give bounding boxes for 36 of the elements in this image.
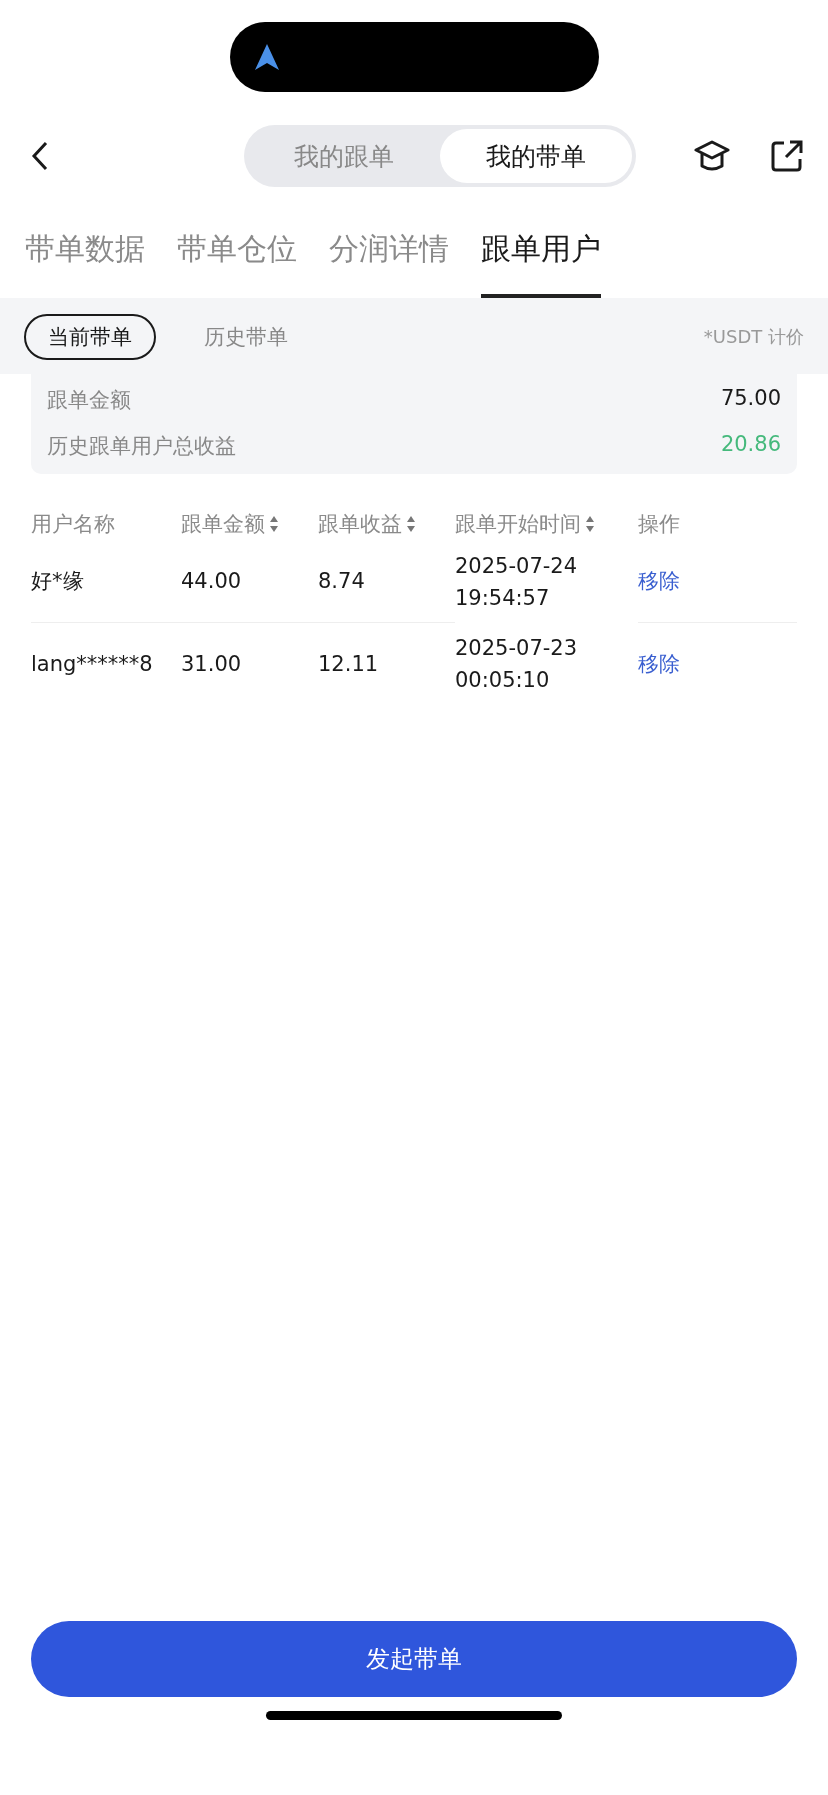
tab[interactable]: 分润详情 [329, 229, 449, 298]
summary-value: 75.00 [720, 386, 781, 412]
currency-note: *USDT 计价 [703, 325, 804, 349]
graduation-cap-icon[interactable] [694, 140, 730, 172]
tab[interactable]: 带单数据 [25, 229, 145, 298]
share-icon[interactable] [770, 139, 804, 173]
sort-icon[interactable] [585, 515, 595, 533]
column-header: 跟单收益 [318, 511, 402, 538]
summary-label: 跟单金额 [47, 387, 131, 414]
location-arrow-icon [253, 43, 280, 71]
time-text: 00:05:10 [455, 667, 551, 694]
user-name: lang******8 [31, 652, 153, 676]
amount-cell: 44.00 [181, 569, 242, 593]
profit-cell: 12.11 [318, 652, 379, 676]
sort-icon[interactable] [406, 515, 416, 533]
column-header: 用户名称 [31, 511, 115, 538]
remove-link[interactable]: 移除 [638, 567, 680, 595]
back-icon[interactable] [30, 141, 50, 171]
time-text: 19:54:57 [455, 584, 551, 612]
filter-chip[interactable]: 当前带单 [24, 314, 156, 360]
summary-value: 20.86 [720, 432, 781, 458]
date-text: 2025-07-24 [455, 552, 579, 580]
column-header: 操作 [638, 511, 680, 538]
summary-label: 历史跟单用户总收益 [47, 433, 236, 460]
tab[interactable]: 带单仓位 [177, 229, 297, 298]
column-header: 跟单开始时间 [455, 511, 581, 538]
segment-tab[interactable]: 我的带单 [439, 129, 632, 183]
sort-icon[interactable] [269, 515, 279, 533]
profit-cell: 8.74 [318, 569, 365, 593]
column-header: 跟单金额 [181, 511, 265, 538]
amount-cell: 31.00 [181, 652, 242, 676]
remove-link[interactable]: 移除 [638, 650, 680, 678]
user-name: 好*缘 [31, 568, 84, 595]
date-text: 2025-07-23 [455, 635, 579, 662]
start-button[interactable]: 发起带单 [31, 1621, 797, 1697]
filter-chip[interactable]: 历史带单 [180, 314, 312, 360]
